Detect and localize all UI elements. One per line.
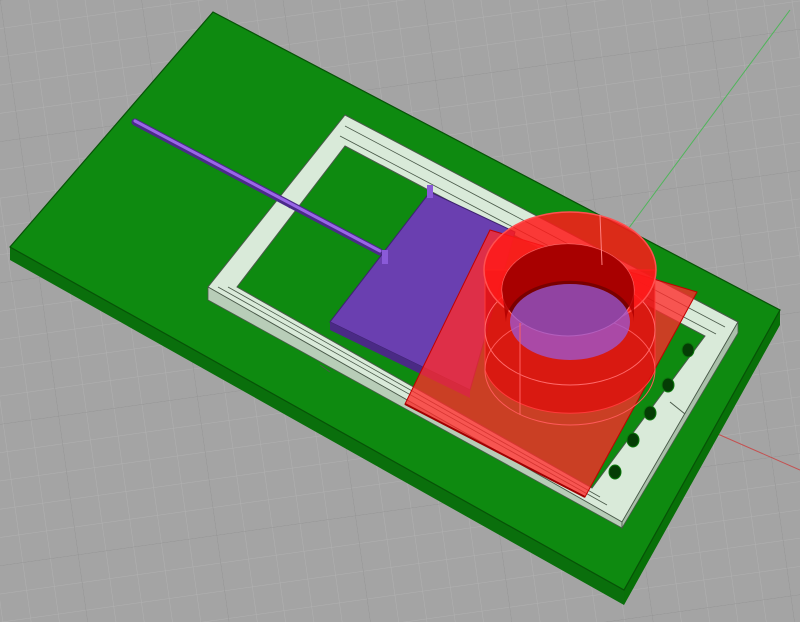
mounting-hole [608, 464, 622, 480]
cylinder-tube[interactable] [483, 211, 657, 426]
cylinder-tube-bore-floor [510, 284, 630, 360]
mounting-hole [643, 405, 657, 421]
3d-viewport[interactable] [0, 0, 800, 622]
mounting-hole [626, 432, 640, 448]
mounting-hole [661, 377, 675, 393]
mounting-hole [681, 342, 695, 358]
